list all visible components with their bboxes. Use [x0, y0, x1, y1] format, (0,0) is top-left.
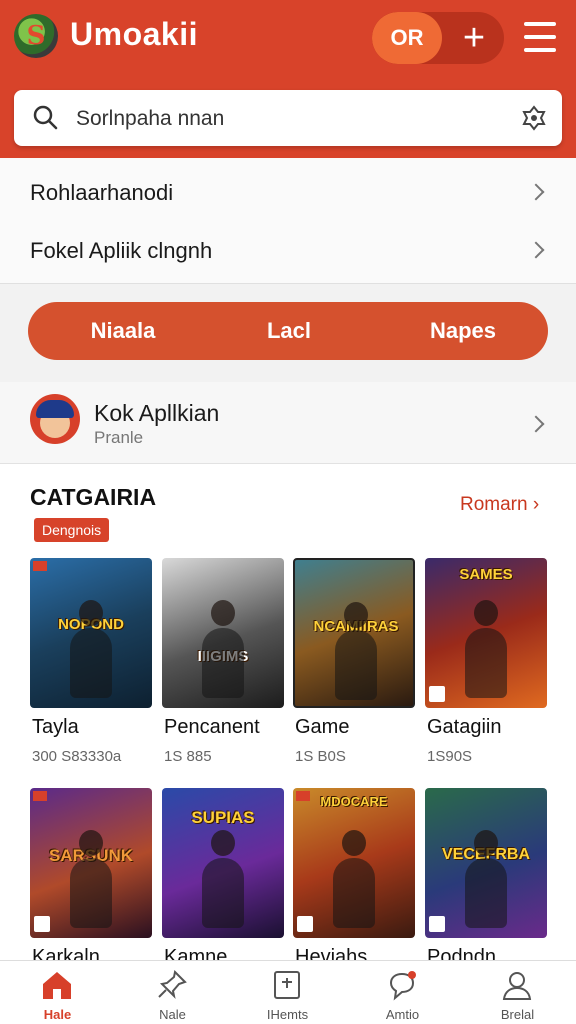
tile-size: 1S B0S: [295, 748, 346, 765]
bottom-nav: Hale Nale IHemts Amtio Brelal: [0, 960, 576, 1024]
tile-size: 1S 885: [164, 748, 212, 765]
tile-name: Tayla: [32, 716, 79, 738]
tile-name: Game: [295, 716, 350, 738]
tile-size: 300 S83330a: [32, 748, 122, 765]
game-thumbnail: SARSUNK: [30, 788, 152, 938]
nav-label: Brelal: [500, 1007, 535, 1022]
nav-item-chat[interactable]: Amtio: [345, 961, 460, 1024]
nav-label: Nale: [159, 1007, 186, 1022]
chevron-right-icon: [527, 415, 545, 433]
chevron-right-icon: [527, 183, 545, 201]
menu-list: Rohlaarhanodi Fokel Apliik clngnh: [0, 158, 576, 284]
tile-name: Karkaln: [32, 946, 100, 960]
nav-item-profile[interactable]: Brelal: [460, 961, 575, 1024]
nav-item-items[interactable]: IHemts: [230, 961, 345, 1024]
game-thumbnail: NCAMIIRAS: [293, 558, 415, 708]
segment-tab[interactable]: Lacl: [224, 302, 354, 360]
header-pill: OR +: [372, 12, 504, 64]
calendar-icon: [274, 971, 300, 999]
category-section: CATGAIRIA Romarn › Dengnois NOPOND Tayla…: [0, 464, 576, 960]
tile-size: 1S90S: [427, 748, 473, 765]
home-icon: [43, 972, 71, 999]
app-subtitle: Pranle: [94, 428, 144, 447]
hamburger-menu-icon[interactable]: [524, 22, 556, 52]
list-item-label: Fokel Apliik clngnh: [30, 238, 213, 263]
segment-tab[interactable]: Niaala: [58, 302, 188, 360]
nav-label: IHemts: [266, 1007, 309, 1022]
nav-label: Hale: [43, 1007, 72, 1022]
app-name: Kok Apllkian: [94, 400, 220, 426]
list-item[interactable]: Rohlaarhanodi: [0, 162, 576, 220]
tile-name: Gatagiin: [427, 716, 502, 738]
section-title: CATGAIRIA: [30, 484, 157, 510]
list-item[interactable]: Fokel Apliik clngnh: [0, 220, 576, 278]
add-button[interactable]: +: [454, 12, 494, 64]
or-button[interactable]: OR: [372, 12, 442, 64]
app-header: S Umoakii OR + Sorlnpaha nnan: [0, 0, 576, 158]
segment-tab[interactable]: Napes: [398, 302, 528, 360]
game-thumbnail: VECEFRBA: [425, 788, 547, 938]
tile-name: Heviahs: [295, 946, 368, 960]
search-icon: [33, 105, 58, 130]
featured-app-card[interactable]: Kok Apllkian Pranle: [0, 382, 576, 464]
chat-icon: [389, 971, 416, 1001]
game-thumbnail: MDOCARE: [293, 788, 415, 938]
list-item-label: Rohlaarhanodi: [30, 180, 174, 205]
tile-name: Kamne: [164, 946, 228, 960]
tile-name: Pencanent: [164, 716, 260, 738]
scan-icon[interactable]: [520, 104, 548, 132]
game-thumbnail: SAMES: [425, 558, 547, 708]
app-title: Umoakii: [70, 16, 198, 52]
pin-icon: [158, 969, 187, 1000]
nav-item-pin[interactable]: Nale: [115, 961, 230, 1024]
avatar: [30, 394, 80, 444]
app-logo[interactable]: S: [14, 14, 58, 58]
nav-label: Amtio: [385, 1007, 420, 1022]
game-thumbnail: IIIGIMS: [162, 558, 284, 708]
search-input[interactable]: Sorlnpaha nnan: [76, 107, 224, 131]
game-thumbnail: NOPOND: [30, 558, 152, 708]
segmented-control: Niaala Lacl Napes: [28, 302, 548, 360]
section-badge: Dengnois: [34, 518, 110, 542]
nav-item-home[interactable]: Hale: [0, 961, 115, 1024]
chevron-right-icon: [527, 241, 545, 259]
search-bar[interactable]: Sorlnpaha nnan: [14, 90, 562, 146]
profile-icon: [502, 972, 532, 1000]
tile-name: Podndn: [427, 946, 496, 960]
game-thumbnail: SUPIAS: [162, 788, 284, 938]
see-more-link[interactable]: Romarn ›: [460, 494, 539, 516]
